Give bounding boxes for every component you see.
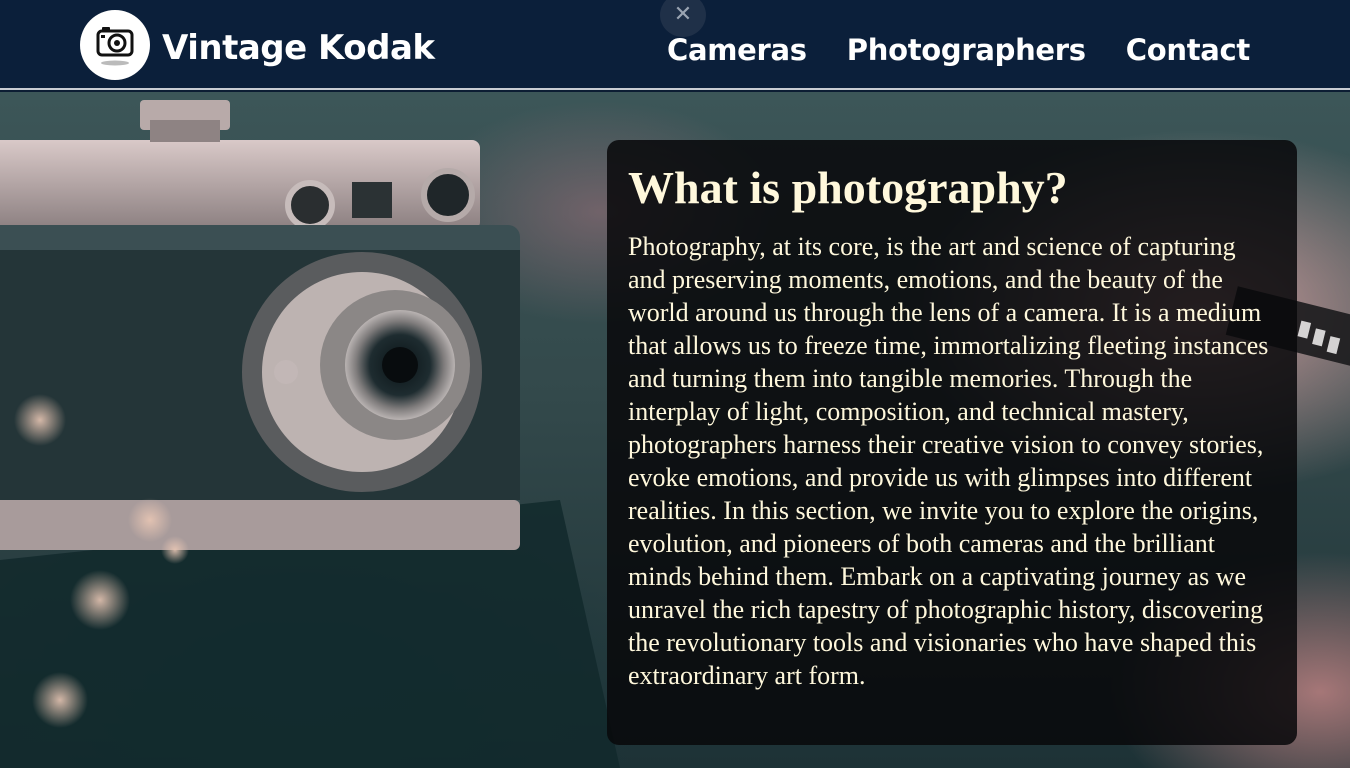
main-nav: Cameras Photographers Contact <box>667 30 1250 70</box>
brand-name[interactable]: Vintage Kodak <box>162 26 435 70</box>
section-heading: What is photography? <box>628 162 1068 213</box>
hero-section: What is photography? Photography, at its… <box>0 92 1350 768</box>
info-card: What is photography? Photography, at its… <box>607 140 1297 745</box>
navbar: Vintage Kodak ✕ Cameras Photographers Co… <box>0 0 1350 90</box>
section-body-text: Photography, at its core, is the art and… <box>628 232 1269 690</box>
nav-link-photographers[interactable]: Photographers <box>847 30 1086 70</box>
camera-icon <box>96 27 134 66</box>
site-logo[interactable] <box>80 10 150 80</box>
nav-link-cameras[interactable]: Cameras <box>667 30 807 70</box>
nav-link-contact[interactable]: Contact <box>1126 30 1251 70</box>
